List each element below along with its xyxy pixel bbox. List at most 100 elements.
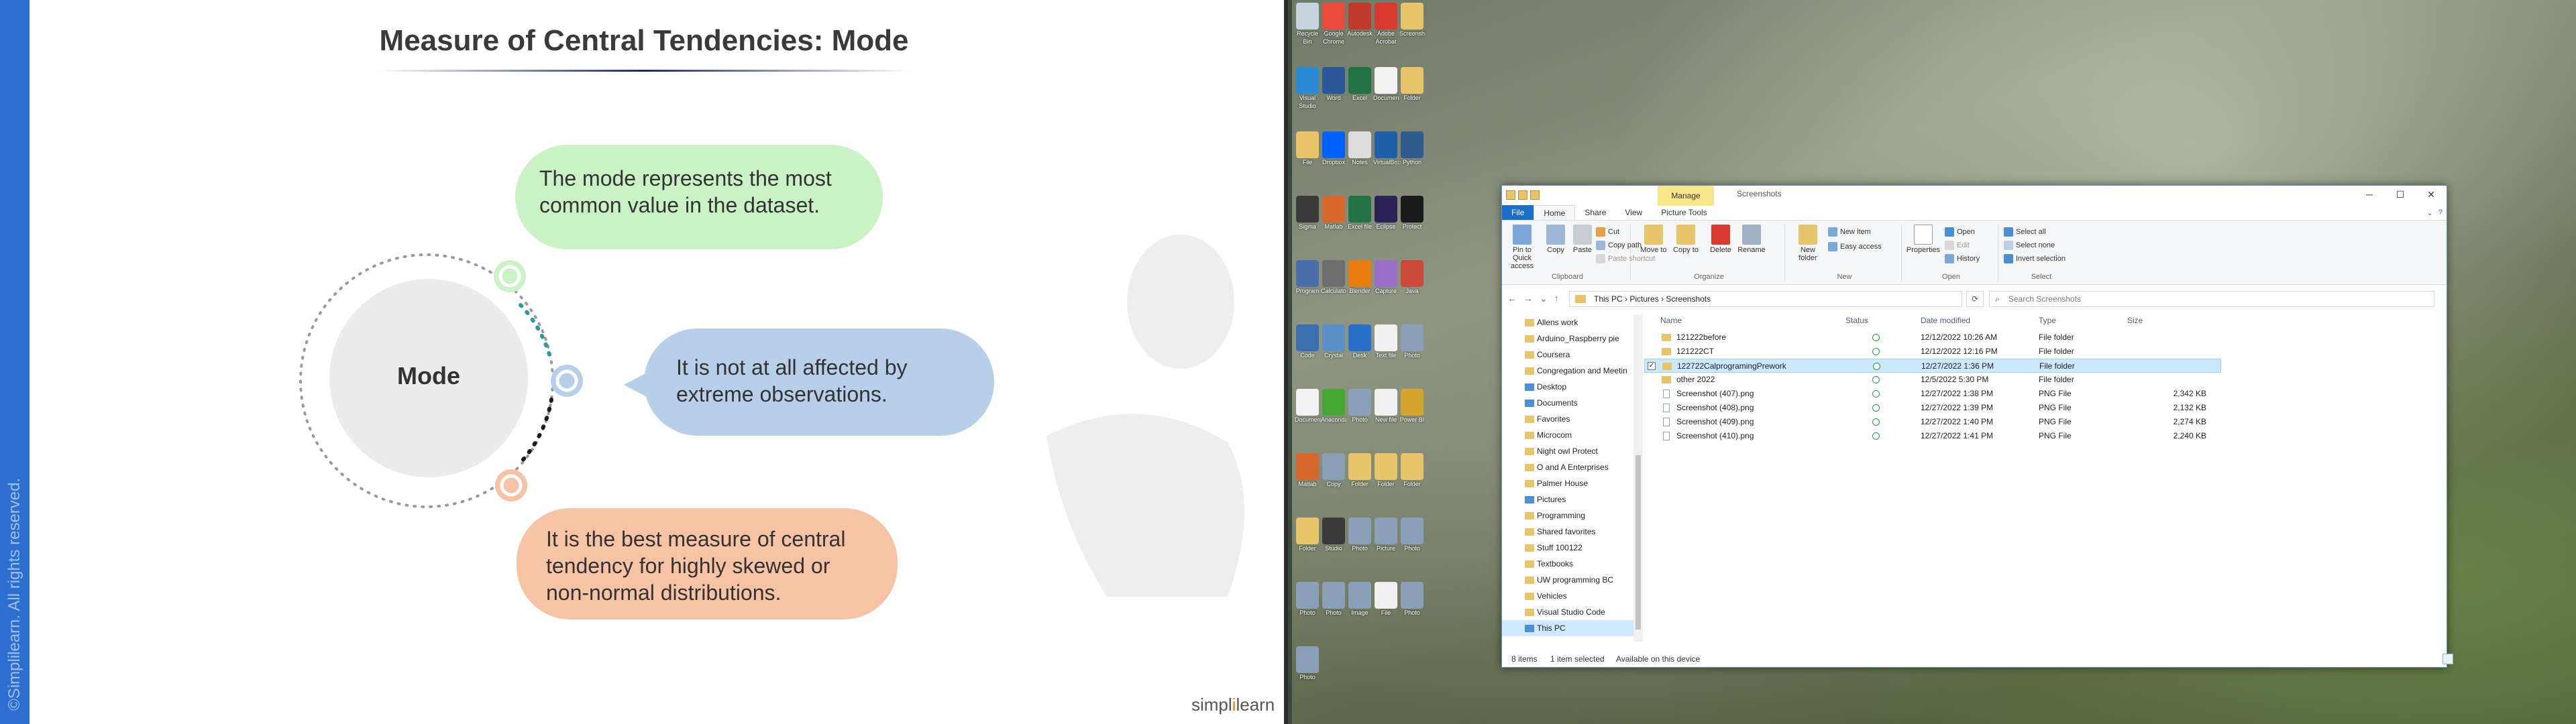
row-checkbox[interactable]: ✓	[1648, 362, 1656, 370]
desktop-shortcut[interactable]: Visual Studio Code	[1295, 67, 1320, 127]
column-size[interactable]: Size	[2127, 316, 2143, 325]
edit-button[interactable]: Edit	[1945, 239, 1970, 251]
minimize-icon[interactable]: ─	[2354, 186, 2385, 203]
desktop-shortcut[interactable]: Folder	[1373, 453, 1399, 514]
column-date-modified[interactable]: Date modified	[1921, 316, 1970, 325]
desktop-shortcut[interactable]: Image	[1347, 582, 1373, 642]
nav-item[interactable]: Palmer House	[1502, 475, 1633, 491]
new-item-button[interactable]: New item	[1828, 226, 1871, 238]
file-row[interactable]: Screenshot (407).png 12/27/2022 1:38 PM PN…	[1644, 387, 2221, 401]
nav-item[interactable]: Textbooks	[1502, 556, 1633, 572]
new-folder-button[interactable]: New folder	[1790, 225, 1825, 262]
desktop-shortcut[interactable]: Screenshots	[1399, 3, 1425, 63]
desktop-shortcut[interactable]: Word	[1321, 67, 1346, 127]
copy-to-button[interactable]: Copy to	[1668, 225, 1703, 254]
history-button[interactable]: History	[1945, 253, 1980, 265]
nav-item[interactable]: Arduino_Raspberry pie	[1502, 330, 1633, 347]
tab-home[interactable]: Home	[1534, 205, 1576, 220]
desktop-shortcut[interactable]: Document	[1295, 389, 1320, 449]
nav-item[interactable]: Favorites	[1502, 411, 1633, 427]
file-row[interactable]: Screenshot (408).png 12/27/2022 1:39 PM PN…	[1644, 401, 2221, 415]
nav-item[interactable]: Visual Studio Code	[1502, 604, 1633, 620]
nav-item[interactable]: Pictures	[1502, 491, 1633, 507]
invert-selection-button[interactable]: Invert selection	[2004, 253, 2065, 265]
breadcrumb-pictures[interactable]: Pictures	[1629, 294, 1658, 304]
desktop-shortcut[interactable]: Matlab	[1321, 196, 1346, 256]
tab-file[interactable]: File	[1502, 205, 1534, 220]
back-arrow-icon[interactable]: ←	[1507, 293, 1517, 304]
tab-view[interactable]: View	[1615, 205, 1652, 220]
desktop-shortcut[interactable]: Studio	[1321, 518, 1346, 578]
file-row[interactable]: other 2022 12/5/2022 5:30 PM File folder	[1644, 373, 2221, 387]
address-bar[interactable]: This PC › Pictures › Screenshots	[1569, 291, 1962, 307]
file-row[interactable]: 121222CT 12/12/2022 12:16 PM File folder	[1644, 345, 2221, 359]
desktop-shortcut[interactable]: Excel	[1347, 67, 1373, 127]
maximize-icon[interactable]: ☐	[2385, 186, 2416, 203]
breadcrumb-screenshots[interactable]: Screenshots	[1666, 294, 1711, 304]
desktop-shortcut[interactable]: Photo	[1399, 582, 1425, 642]
tab-share[interactable]: Share	[1575, 205, 1615, 220]
delete-button[interactable]: Delete	[1703, 225, 1738, 254]
desktop-shortcut[interactable]: Photo	[1347, 389, 1373, 449]
search-input[interactable]: ⌕ Search Screenshots	[1989, 291, 2434, 307]
desktop-shortcut[interactable]: Blender	[1347, 260, 1373, 320]
new-folder-icon[interactable]	[1530, 190, 1540, 200]
file-row[interactable]: Screenshot (409).png 12/27/2022 1:40 PM PN…	[1644, 415, 2221, 429]
desktop-shortcut[interactable]: Capture	[1373, 260, 1399, 320]
nav-item[interactable]: Congregation and Meetin	[1502, 363, 1633, 379]
desktop-shortcut[interactable]: Calculator	[1321, 260, 1346, 320]
breadcrumb-this-pc[interactable]: This PC	[1594, 294, 1623, 304]
desktop-shortcut[interactable]: Adobe Acrobat	[1373, 3, 1399, 63]
nav-item[interactable]: Night owl Protect	[1502, 443, 1633, 459]
tab-manage[interactable]: Manage	[1658, 186, 1714, 206]
desktop-shortcut[interactable]: Photo	[1347, 518, 1373, 578]
desktop-shortcut[interactable]: Folder	[1399, 453, 1425, 514]
column-status[interactable]: Status	[1845, 316, 1868, 325]
folder-icon[interactable]	[1506, 190, 1515, 200]
select-none-button[interactable]: Select none	[2004, 239, 2055, 251]
desktop-shortcut[interactable]: Desk	[1347, 324, 1373, 385]
cut-button[interactable]: Cut	[1596, 226, 1619, 238]
desktop-shortcut[interactable]: Google Chrome	[1321, 3, 1346, 63]
desktop-shortcut[interactable]: Python	[1399, 131, 1425, 192]
nav-item[interactable]: O and A Enterprises	[1502, 459, 1633, 475]
desktop-shortcut[interactable]: Java	[1399, 260, 1425, 320]
column-name[interactable]: Name	[1660, 316, 1682, 325]
nav-item[interactable]: Desktop	[1502, 379, 1633, 395]
desktop-shortcut[interactable]: Folder	[1347, 453, 1373, 514]
desktop-shortcut[interactable]: Photo	[1295, 582, 1320, 642]
column-type[interactable]: Type	[2039, 316, 2056, 325]
desktop-shortcut[interactable]: Protect	[1399, 196, 1425, 256]
desktop-shortcut[interactable]: Photo	[1295, 646, 1320, 707]
desktop-shortcut[interactable]: New file	[1373, 389, 1399, 449]
desktop-shortcut[interactable]: Document	[1373, 67, 1399, 127]
up-arrow-icon[interactable]: ↑	[1554, 293, 1559, 304]
close-icon[interactable]: ✕	[2416, 186, 2447, 203]
desktop-shortcut[interactable]: Power BI	[1399, 389, 1425, 449]
collapse-ribbon-icon[interactable]: ⌄	[2427, 208, 2433, 217]
nav-item[interactable]: Documents	[1502, 395, 1633, 411]
desktop-shortcut[interactable]: File	[1295, 131, 1320, 192]
desktop-shortcut[interactable]: Picture	[1373, 518, 1399, 578]
nav-item[interactable]: Microcom	[1502, 427, 1633, 443]
rename-button[interactable]: Rename	[1734, 225, 1769, 254]
quick-access-toolbar[interactable]	[1506, 190, 1540, 200]
desktop-shortcut[interactable]: Folder	[1399, 67, 1425, 127]
desktop-shortcut[interactable]: Excel file	[1347, 196, 1373, 256]
desktop-shortcut[interactable]: Matlab	[1295, 453, 1320, 514]
easy-access-button[interactable]: Easy access	[1828, 241, 1882, 253]
file-row[interactable]: Screenshot (410).png 12/27/2022 1:41 PM PN…	[1644, 429, 2221, 443]
desktop-shortcut[interactable]: Folder	[1295, 518, 1320, 578]
file-row[interactable]: 121222before 12/12/2022 10:26 AM File fold…	[1644, 330, 2221, 345]
help-icon[interactable]: ?	[2438, 208, 2443, 217]
desktop-shortcut[interactable]: Autodesk	[1347, 3, 1373, 63]
nav-item[interactable]: Coursera	[1502, 347, 1633, 363]
desktop-shortcut[interactable]: Anaconda	[1321, 389, 1346, 449]
desktop-shortcut[interactable]: Copy	[1321, 453, 1346, 514]
open-button[interactable]: Open	[1945, 226, 1975, 238]
nav-scrollbar[interactable]	[1633, 314, 1643, 642]
nav-item[interactable]: Allens work	[1502, 314, 1633, 330]
nav-item[interactable]: Programming	[1502, 507, 1633, 524]
paste-button[interactable]: Paste	[1565, 225, 1600, 254]
title-bar[interactable]: Manage Screenshots ─ ☐ ✕	[1502, 186, 2447, 206]
